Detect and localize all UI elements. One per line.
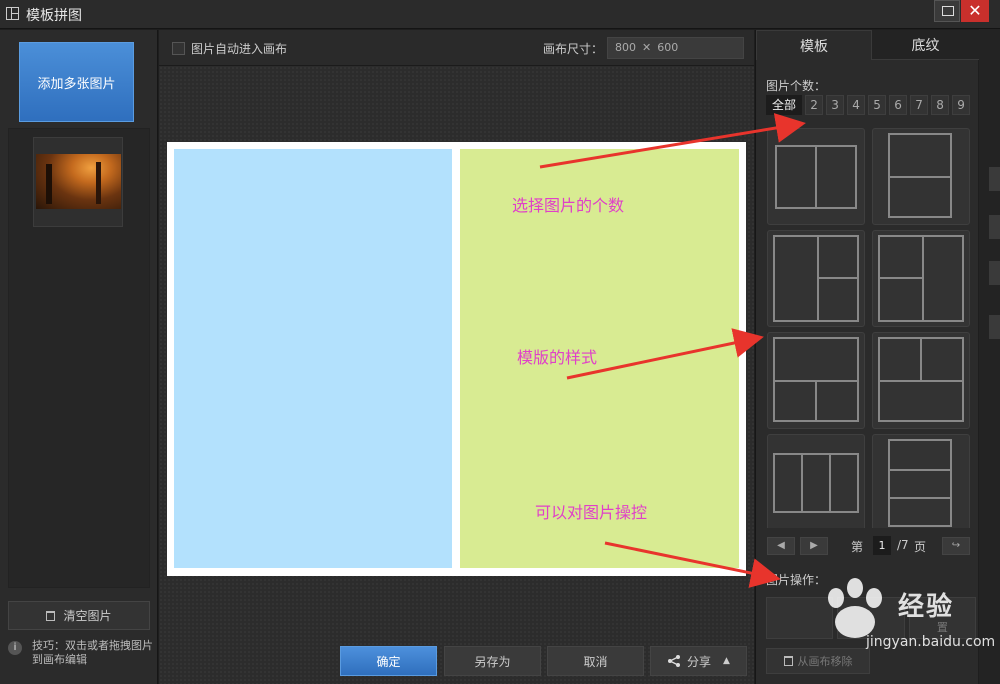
- baidu-jingyan-watermark: 经验 jingyan.baidu.com: [818, 576, 1000, 650]
- watermark-url: jingyan.baidu.com: [866, 634, 996, 650]
- arrow-to-templates: [566, 328, 764, 380]
- arrow-to-count: [539, 113, 806, 169]
- arrow-to-ops: [604, 541, 781, 588]
- watermark-text: 经验: [898, 592, 955, 622]
